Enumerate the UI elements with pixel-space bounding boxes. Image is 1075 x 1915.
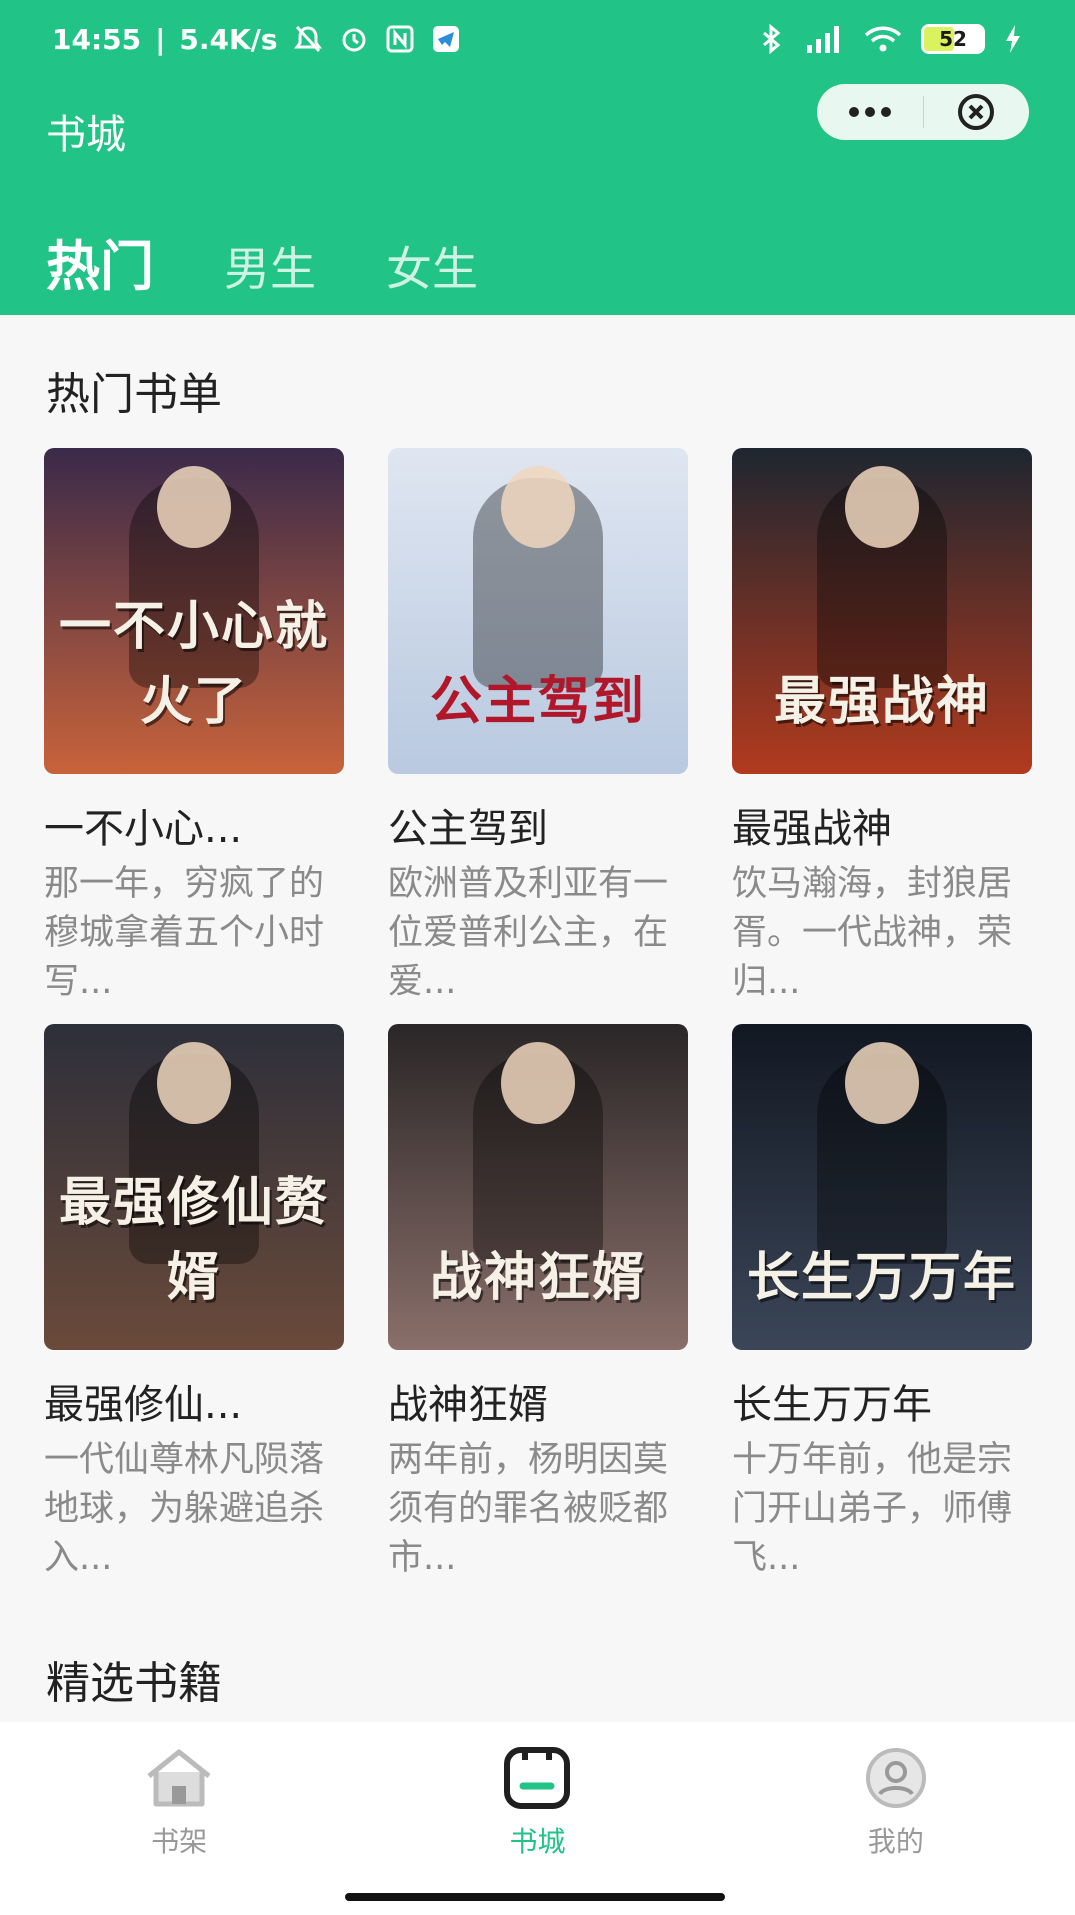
book-description: 两年前，杨明因莫须有的罪名被贬都市... — [388, 1440, 669, 1578]
book-cover-title: 战神狂婿 — [429, 1248, 646, 1308]
cover-figure-head — [845, 466, 919, 548]
home-icon — [147, 1749, 211, 1807]
tabbar-item-bookshelf[interactable]: 书架 — [0, 1722, 358, 1915]
battery-icon: 52 — [921, 24, 985, 54]
book-cover-image: 最强战神 — [732, 448, 1032, 774]
cover-figure-head — [501, 1042, 575, 1124]
alarm-icon — [342, 28, 366, 52]
profile-icon — [865, 1748, 926, 1808]
close-circle-icon — [958, 94, 995, 130]
book-title: 最强修仙... — [44, 1382, 243, 1428]
tab-hot[interactable]: 热门 — [46, 222, 154, 301]
book-description: 一代仙尊林凡陨落地球，为躲避追杀入... — [44, 1440, 325, 1578]
bluetooth-icon — [763, 23, 781, 55]
cover-figure-head — [157, 466, 231, 548]
tab-female[interactable]: 女生 — [386, 233, 478, 299]
status-bar: 14:55 | 5.4K/s 52 — [0, 0, 1075, 78]
book-title: 一不小心... — [44, 806, 243, 852]
charging-icon — [1006, 25, 1020, 53]
tabbar-item-store[interactable]: 书城 — [358, 1722, 716, 1915]
book-cover-image: 公主驾到 — [388, 448, 688, 774]
bottom-tabbar: 书架 书城 我的 — [0, 1722, 1075, 1915]
book-cover-image: 战神狂婿 — [388, 1024, 688, 1350]
book-cover-title: 最强修仙赘婿 — [58, 1173, 329, 1308]
section-title-selected-books: 精选书籍 — [46, 1658, 222, 1709]
category-tabs: 热门 男生 女生 — [46, 222, 478, 301]
book-card[interactable]: 最强修仙赘婿最强修仙... 一代仙尊林凡陨落地球，为躲避追杀入... — [44, 1024, 344, 1583]
close-button[interactable] — [924, 84, 1030, 140]
book-title: 最强战神 — [732, 806, 892, 852]
book-title: 公主驾到 — [388, 806, 548, 852]
book-card[interactable]: 最强战神 最强战神 饮马瀚海，封狼居胥。一代战神，荣归... — [732, 448, 1032, 1007]
status-speed: 5.4K/s — [179, 22, 278, 56]
book-title: 长生万万年 — [732, 1382, 932, 1428]
cover-figure-head — [845, 1042, 919, 1124]
page-title: 书城 — [46, 112, 126, 158]
tabbar-label-store: 书城 — [509, 1825, 566, 1858]
cover-figure-head — [501, 466, 575, 548]
book-cover-title: 最强战神 — [773, 672, 990, 732]
more-button[interactable] — [817, 84, 923, 140]
book-cover-image: 一不小心就火了 — [44, 448, 344, 774]
book-description: 十万年前，他是宗门开山弟子，师傅飞... — [732, 1440, 1013, 1578]
book-description: 饮马瀚海，封狼居胥。一代战神，荣归... — [732, 864, 1013, 1002]
book-cover-image: 长生万万年 — [732, 1024, 1032, 1350]
home-indicator — [345, 1893, 725, 1901]
book-cover-title: 一不小心就火了 — [58, 597, 329, 732]
tabbar-label-profile: 我的 — [867, 1825, 924, 1858]
book-description: 欧洲普及利亚有一位爱普利公主，在爱... — [388, 864, 669, 1002]
wifi-icon — [864, 26, 902, 52]
section-title-hot-booklist: 热门书单 — [46, 369, 222, 420]
book-card[interactable]: 一不小心就火了一不小心... 那一年，穷疯了的穆城拿着五个小时写... — [44, 448, 344, 1007]
nfc-icon — [386, 25, 414, 53]
book-card[interactable]: 长生万万年 长生万万年 十万年前，他是宗门开山弟子，师傅飞... — [732, 1024, 1032, 1583]
status-time: 14:55 — [52, 22, 142, 56]
cover-figure-head — [157, 1042, 231, 1124]
book-cover-image: 最强修仙赘婿 — [44, 1024, 344, 1350]
book-grid-row-2: 最强修仙赘婿 最强修仙... 一代仙尊林凡陨落地球，为躲避追杀入... 战神狂婿 战神狂… — [44, 1024, 1032, 1583]
book-description: 那一年，穷疯了的穆城拿着五个小时写... — [44, 864, 325, 1002]
more-dots-icon — [848, 107, 891, 117]
tabbar-item-profile[interactable]: 我的 — [717, 1722, 1075, 1915]
book-cover-title: 公主驾到 — [429, 672, 646, 732]
mute-icon — [293, 25, 322, 53]
tabbar-label-bookshelf: 书架 — [151, 1825, 208, 1858]
book-card[interactable]: 战神狂婿 战神狂婿 两年前，杨明因莫须有的罪名被贬都市... — [388, 1024, 688, 1583]
mini-program-capsule — [817, 84, 1029, 140]
telegram-icon — [432, 26, 459, 52]
book-title: 战神狂婿 — [388, 1382, 548, 1428]
signal-icon — [807, 26, 839, 53]
book-cover-title: 长生万万年 — [746, 1248, 1017, 1308]
book-card[interactable]: 公主驾到 公主驾到 欧洲普及利亚有一位爱普利公主，在爱... — [388, 448, 688, 1007]
header: 14:55 | 5.4K/s 52 书城 热门 男生 女生 — [0, 0, 1075, 315]
tab-male[interactable]: 男生 — [224, 233, 316, 299]
book-grid-row-1: 一不小心就火了 一不小心... 那一年，穷疯了的穆城拿着五个小时写... 公主驾到 公主… — [44, 448, 1032, 1007]
store-icon — [504, 1747, 571, 1809]
